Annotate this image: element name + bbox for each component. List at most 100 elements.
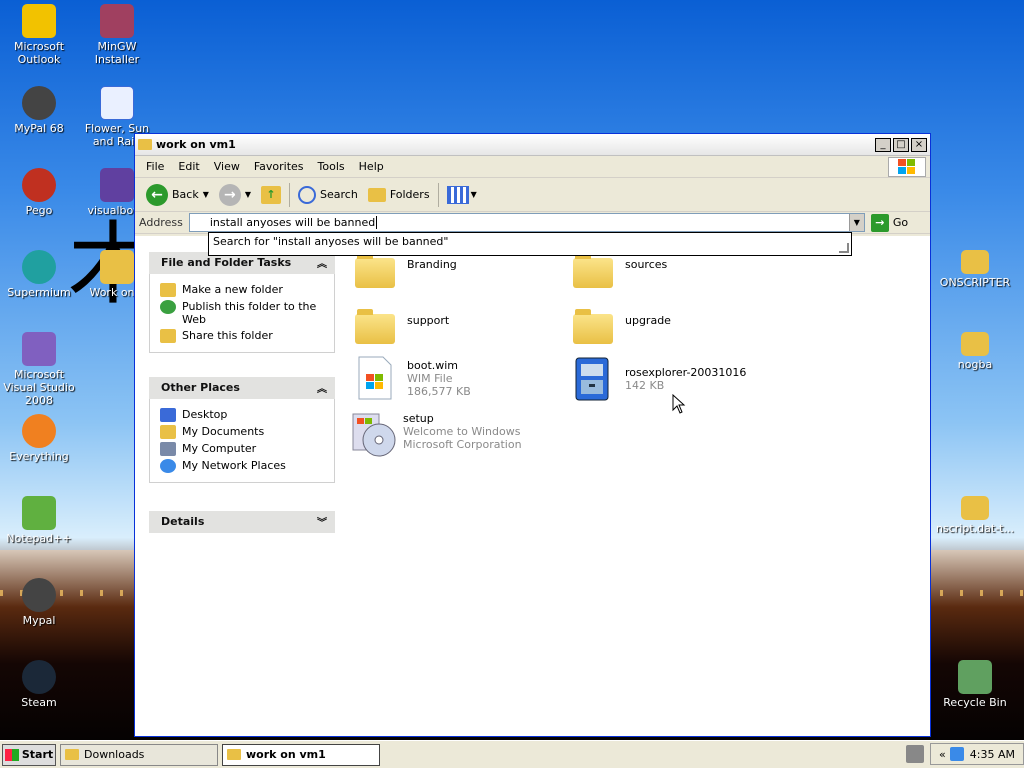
folder-icon bbox=[961, 496, 989, 520]
menu-file[interactable]: File bbox=[139, 160, 171, 173]
desktop-icon-nscript[interactable]: nscript.dat-t... bbox=[936, 496, 1014, 535]
folder-icon bbox=[227, 749, 241, 760]
maximize-button[interactable]: □ bbox=[893, 137, 909, 152]
text-caret bbox=[376, 216, 378, 229]
menu-help[interactable]: Help bbox=[352, 160, 391, 173]
go-button[interactable]: → Go bbox=[870, 213, 908, 232]
desktop-icon-everything[interactable]: Everything bbox=[0, 414, 78, 463]
tray-app-icon[interactable] bbox=[949, 747, 964, 761]
desktop-icon-pego[interactable]: Pego bbox=[0, 168, 78, 217]
collapse-chevron-icon[interactable]: ︽ bbox=[317, 255, 327, 270]
details-header[interactable]: Details ︾ bbox=[149, 511, 335, 533]
task-pane: File and Folder Tasks ︽ Make a new folde… bbox=[135, 236, 343, 736]
raccoon-icon bbox=[22, 86, 56, 120]
magnifier-icon bbox=[22, 414, 56, 448]
gameboy-icon bbox=[100, 168, 134, 202]
details-panel: Details ︾ bbox=[149, 511, 335, 533]
toolbar-separator bbox=[289, 182, 291, 207]
file-list: Branding sources support upgrade boot.wi… bbox=[343, 236, 930, 736]
collapse-chevron-icon[interactable]: ︽ bbox=[317, 380, 327, 395]
task-make-new-folder[interactable]: Make a new folder bbox=[160, 283, 324, 297]
address-bar: Address install anyoses will be banned ▼… bbox=[135, 212, 930, 256]
resize-grip-icon[interactable] bbox=[839, 243, 849, 253]
my-documents-icon bbox=[160, 425, 176, 439]
folder-icon bbox=[961, 332, 989, 356]
network-tray-icon[interactable] bbox=[906, 745, 924, 763]
folders-button[interactable]: Folders bbox=[363, 181, 435, 209]
file-item-boot-wim[interactable]: boot.wim WIM File 186,577 KB bbox=[355, 356, 471, 400]
forward-arrow-icon: → bbox=[218, 183, 241, 206]
desktop-icon-outlook[interactable]: Microsoft Outlook bbox=[0, 4, 78, 66]
desktop-icon-mypal68[interactable]: MyPal 68 bbox=[0, 86, 78, 135]
address-dropdown-icon[interactable]: ▼ bbox=[848, 214, 864, 231]
minimize-button[interactable]: _ bbox=[875, 137, 891, 152]
task-share-folder[interactable]: Share this folder bbox=[160, 329, 324, 343]
document-icon bbox=[100, 86, 134, 120]
up-folder-button[interactable]: ↑ bbox=[256, 181, 286, 209]
steam-icon bbox=[22, 660, 56, 694]
forward-dropdown-icon[interactable]: ▼ bbox=[245, 190, 251, 199]
pego-icon bbox=[22, 168, 56, 202]
setup-cd-icon bbox=[351, 410, 396, 457]
other-places-header[interactable]: Other Places ︽ bbox=[149, 377, 335, 399]
back-button[interactable]: ← Back ▼ bbox=[141, 181, 214, 209]
tray-expand-chevron[interactable]: « bbox=[939, 748, 946, 761]
task-publish-folder[interactable]: Publish this folder to the Web bbox=[160, 300, 324, 326]
file-item-upgrade[interactable]: upgrade bbox=[573, 308, 671, 348]
folder-icon bbox=[65, 749, 79, 760]
file-item-rosexplorer[interactable]: rosexplorer-20031016 142 KB bbox=[573, 356, 746, 401]
address-input[interactable]: install anyoses will be banned ▼ bbox=[188, 213, 865, 232]
place-my-documents[interactable]: My Documents bbox=[160, 425, 324, 439]
file-item-setup[interactable]: setup Welcome to Windows Microsoft Corpo… bbox=[351, 410, 522, 457]
forward-button[interactable]: → ▼ bbox=[214, 181, 256, 209]
views-button[interactable]: ▼ bbox=[442, 181, 482, 209]
close-button[interactable]: × bbox=[911, 137, 927, 152]
folder-icon bbox=[573, 308, 617, 348]
menu-favorites[interactable]: Favorites bbox=[247, 160, 311, 173]
folder-icon bbox=[573, 252, 617, 292]
desktop-icon-nogba[interactable]: nogba bbox=[936, 332, 1014, 371]
taskbar-button-work-on-vm1[interactable]: work on vm1 bbox=[222, 743, 380, 766]
desktop-icon-recycle-bin[interactable]: Recycle Bin bbox=[936, 660, 1014, 709]
menu-view[interactable]: View bbox=[207, 160, 247, 173]
windows-logo-icon bbox=[888, 157, 926, 177]
clock[interactable]: 4:35 AM bbox=[970, 748, 1015, 761]
desktop-icon-mypal[interactable]: Mypal bbox=[0, 578, 78, 627]
file-item-branding[interactable]: Branding bbox=[355, 252, 457, 292]
other-places-body: Desktop My Documents My Computer My Netw… bbox=[149, 399, 335, 483]
desktop-icon-onscripter[interactable]: ONSCRIPTER bbox=[936, 250, 1014, 289]
menu-tools[interactable]: Tools bbox=[311, 160, 352, 173]
menu-bar: File Edit View Favorites Tools Help bbox=[135, 156, 930, 178]
desktop-icon-notepadpp[interactable]: Notepad++ bbox=[0, 496, 78, 545]
search-button[interactable]: Search bbox=[293, 181, 363, 209]
file-item-sources[interactable]: sources bbox=[573, 252, 667, 292]
expand-chevron-icon[interactable]: ︾ bbox=[317, 514, 327, 529]
start-button[interactable]: Start bbox=[2, 743, 56, 766]
desktop-icon-supermium[interactable]: Supermium bbox=[0, 250, 78, 299]
back-dropdown-icon[interactable]: ▼ bbox=[203, 190, 209, 199]
menu-edit[interactable]: Edit bbox=[171, 160, 206, 173]
desktop-icon-mingw[interactable]: MinGW Installer bbox=[78, 4, 156, 66]
title-bar[interactable]: work on vm1 _ □ × bbox=[135, 134, 930, 156]
share-folder-icon bbox=[160, 329, 176, 343]
file-folder-tasks-panel: File and Folder Tasks ︽ Make a new folde… bbox=[149, 252, 335, 353]
views-icon bbox=[446, 185, 469, 204]
standard-toolbar: ← Back ▼ → ▼ ↑ Search Folders ▼ bbox=[135, 178, 930, 212]
folder-icon bbox=[355, 252, 399, 292]
place-my-network[interactable]: My Network Places bbox=[160, 459, 324, 473]
desktop-icon-steam[interactable]: Steam bbox=[0, 660, 78, 709]
folder-icon bbox=[138, 139, 152, 150]
taskbar-button-downloads[interactable]: Downloads bbox=[60, 743, 218, 766]
wim-file-icon bbox=[355, 356, 399, 400]
place-desktop[interactable]: Desktop bbox=[160, 408, 324, 422]
place-my-computer[interactable]: My Computer bbox=[160, 442, 324, 456]
window-title: work on vm1 bbox=[156, 138, 236, 151]
globe-icon bbox=[160, 300, 176, 314]
mingw-icon bbox=[100, 4, 134, 38]
supermium-icon bbox=[22, 250, 56, 284]
autocomplete-suggestion[interactable]: Search for "install anyoses will be bann… bbox=[213, 235, 448, 248]
computer-icon bbox=[160, 442, 176, 456]
file-item-support[interactable]: support bbox=[355, 308, 449, 348]
back-arrow-icon: ← bbox=[146, 183, 168, 206]
desktop-icon-visual-studio[interactable]: Microsoft Visual Studio 2008 bbox=[0, 332, 78, 407]
